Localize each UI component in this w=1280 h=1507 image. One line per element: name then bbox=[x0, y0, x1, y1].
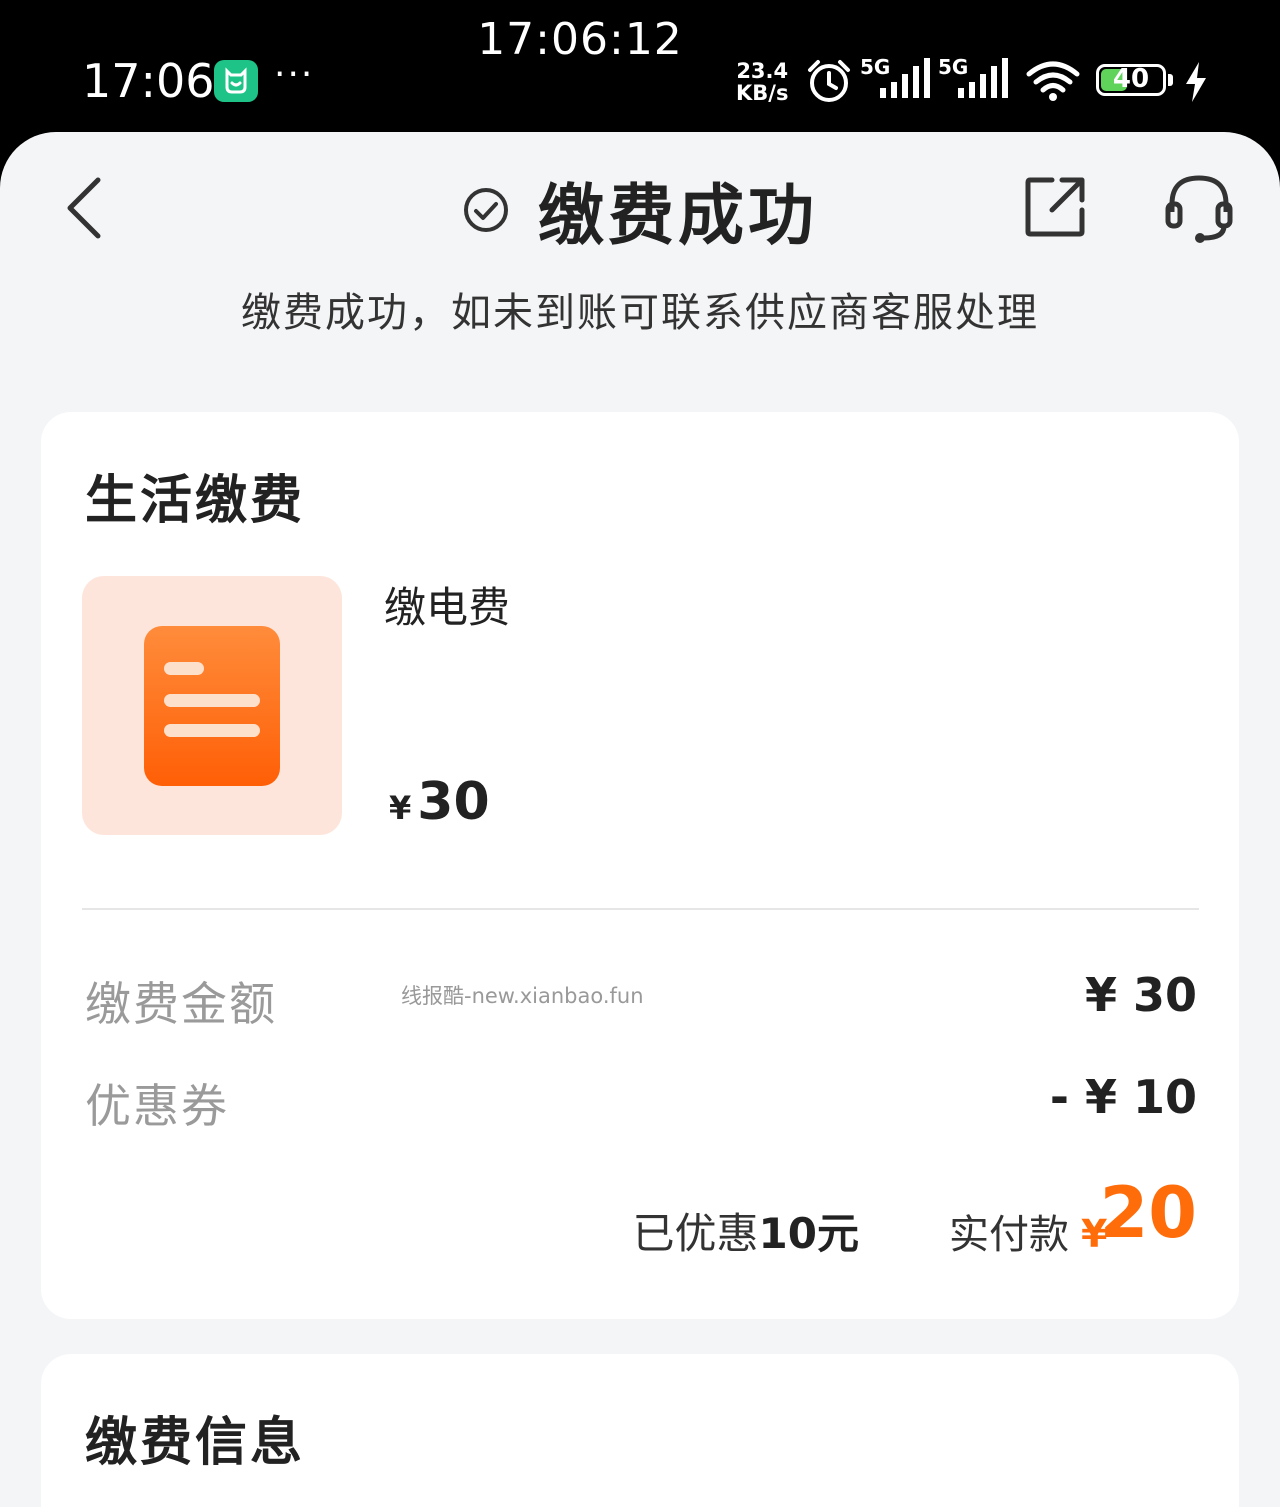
item-price: ¥30 bbox=[389, 772, 490, 832]
item-name: 缴电费 bbox=[384, 583, 511, 632]
discount-amount: 10元 bbox=[758, 1209, 859, 1258]
payment-amount-value: ¥ 30 bbox=[1084, 968, 1197, 1022]
network-speed-value: 23.4 bbox=[736, 59, 789, 83]
page-container: 缴费成功 缴费成功，如未到账可联系供应商客服处理 生活缴费 缴电费 ¥30 缴费… bbox=[0, 132, 1280, 1507]
signal-5g-icon-1: 5G bbox=[860, 55, 934, 104]
page-subtitle: 缴费成功，如未到账可联系供应商客服处理 bbox=[241, 290, 1039, 336]
network-speed-unit: KB/s bbox=[736, 81, 789, 105]
signal-2-label: 5G bbox=[938, 56, 968, 79]
battery-tip bbox=[1168, 74, 1173, 86]
status-bar: 17:06:12 17:06 ··· 23.4 KB/s 5G 5G 40 bbox=[0, 0, 1280, 132]
payment-info-card: 缴费信息 bbox=[41, 1354, 1239, 1507]
battery-level: 40 bbox=[1112, 64, 1150, 94]
signal-1-label: 5G bbox=[860, 56, 890, 79]
paid-amount: 20 bbox=[1099, 1172, 1197, 1254]
share-icon[interactable] bbox=[1024, 176, 1086, 238]
page-title: 缴费成功 bbox=[538, 177, 818, 254]
coupon-value: - ¥ 10 bbox=[1049, 1070, 1197, 1124]
doc-line-1 bbox=[164, 694, 260, 707]
divider bbox=[82, 908, 1199, 910]
item-thumbnail bbox=[82, 576, 342, 835]
paid-label: 实付款 bbox=[949, 1212, 1069, 1258]
item-price-currency: ¥ bbox=[389, 789, 412, 827]
network-speed: 23.4 KB/s bbox=[736, 60, 788, 104]
notification-more-icon: ··· bbox=[274, 54, 315, 95]
payment-amount-label: 缴费金额 bbox=[85, 977, 277, 1031]
customer-service-icon[interactable] bbox=[1164, 172, 1234, 244]
doc-line-short bbox=[164, 662, 204, 675]
payment-info-title: 缴费信息 bbox=[85, 1413, 306, 1473]
wifi-icon bbox=[1026, 61, 1080, 101]
item-price-value: 30 bbox=[417, 772, 490, 832]
discount-summary: 已优惠10元 bbox=[633, 1200, 859, 1261]
order-summary-card: 生活缴费 缴电费 ¥30 缴费金额 线报酷-new.xianbao.fun ¥ … bbox=[41, 412, 1239, 1319]
mi-home-app-icon bbox=[214, 60, 258, 102]
bill-document-icon bbox=[144, 626, 280, 786]
page-header: 缴费成功 bbox=[0, 162, 1280, 258]
watermark-text: 线报酷-new.xianbao.fun bbox=[401, 984, 644, 1008]
status-time: 17:06 bbox=[82, 54, 215, 108]
battery-icon: 40 bbox=[1096, 64, 1166, 96]
coupon-label: 优惠券 bbox=[85, 1079, 229, 1133]
doc-line-2 bbox=[164, 724, 260, 737]
signal-5g-icon-2: 5G bbox=[938, 55, 1012, 104]
order-card-title: 生活缴费 bbox=[85, 471, 306, 531]
check-circle-icon bbox=[464, 188, 508, 232]
alarm-icon bbox=[808, 60, 850, 102]
charging-bolt-icon bbox=[1186, 62, 1206, 102]
discount-prefix: 已优惠 bbox=[632, 1209, 759, 1258]
